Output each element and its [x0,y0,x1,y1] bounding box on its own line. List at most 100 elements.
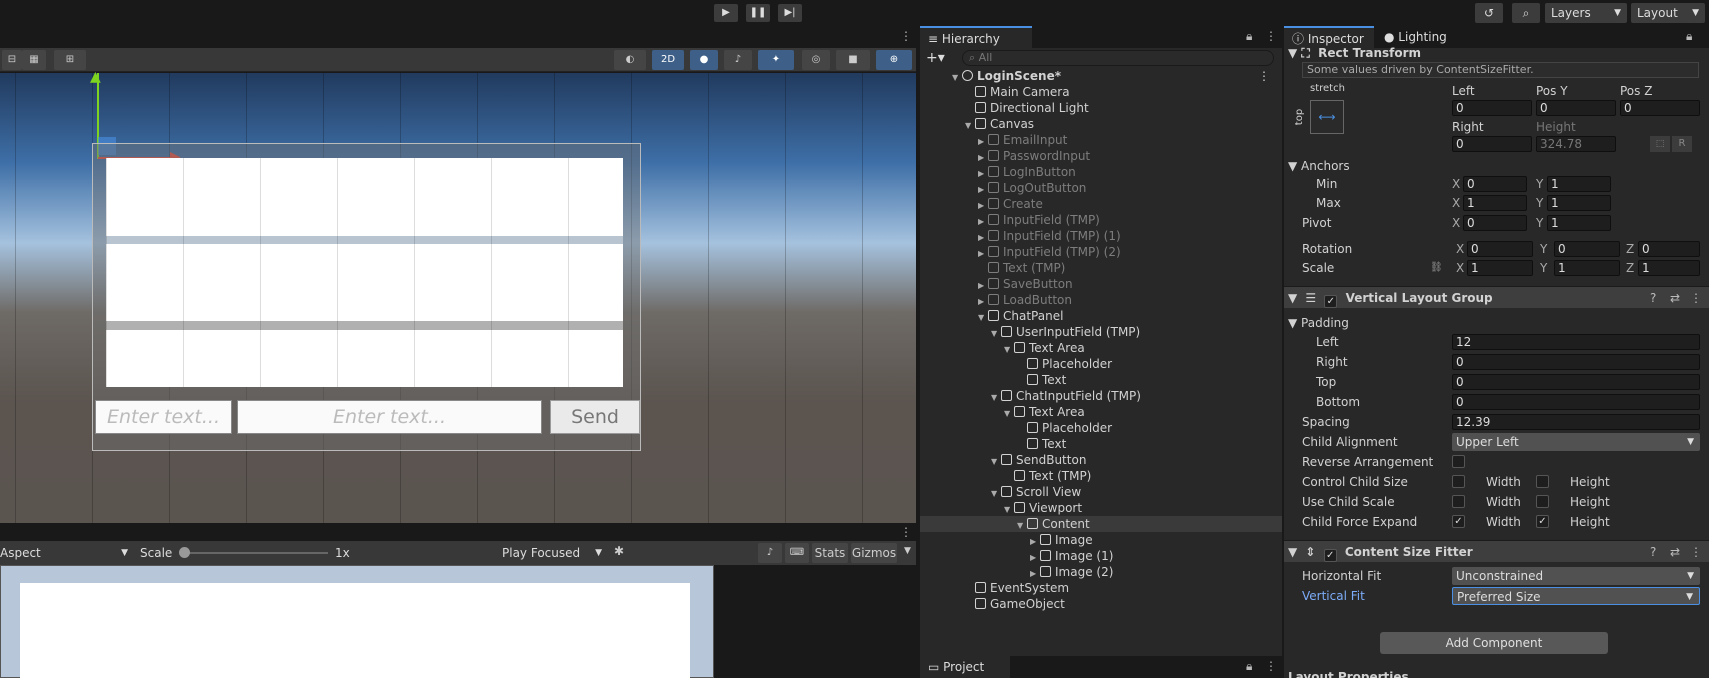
content-size-fitter-header[interactable]: ▼ ⇕ ✓ Content Size Fitter ? ⇄ ⋮ [1284,540,1709,562]
layers-dropdown[interactable]: Layers ▼ [1545,3,1627,23]
hierarchy-item[interactable]: ▶ InputField (TMP) [920,212,1282,228]
rot-x-field[interactable]: 0 [1467,241,1533,257]
vertical-layout-group-header[interactable]: ▼ ☰ ✓ Vertical Layout Group ? ⇄ ⋮ [1284,286,1709,308]
layout-dropdown[interactable]: Layout ▼ [1631,3,1705,23]
hierarchy-item[interactable]: ▶ LogInButton [920,164,1282,180]
more-icon[interactable]: ⋮ [900,525,912,539]
reverse-arrangement-checkbox[interactable] [1452,455,1465,468]
tab-hierarchy[interactable]: ≡ Hierarchy [920,26,1032,48]
horizontal-fit-dropdown[interactable]: Unconstrained ▼ [1452,567,1700,585]
lock-icon[interactable]: 🔒︎ [1686,29,1692,44]
more-icon[interactable]: ⋮ [1265,29,1277,43]
anchor-preset-button[interactable]: ⟷ [1310,100,1344,134]
audio-toggle-icon[interactable]: ♪ [724,50,752,70]
send-button[interactable]: Send [550,400,640,434]
hierarchy-item[interactable]: ▶ SaveButton [920,276,1282,292]
foldout-icon[interactable]: ▼ [1288,545,1297,559]
hierarchy-item[interactable]: GameObject [920,596,1282,612]
padding-right-field[interactable]: 0 [1452,354,1700,370]
padding-foldout[interactable]: ▼ Padding [1288,314,1349,332]
hierarchy-item[interactable]: Text (TMP) [920,260,1282,276]
left-field[interactable]: 0 [1452,100,1532,116]
shading-mode-icon[interactable]: ◐ [614,50,646,70]
search-icon[interactable]: ⌕ [1512,3,1540,23]
rot-y-field[interactable]: 0 [1554,241,1620,257]
control-width-checkbox[interactable] [1452,475,1465,488]
lock-icon[interactable]: 🔒︎ [1246,29,1252,44]
increment-snap-icon[interactable]: ⊞ [54,50,86,70]
lighting-toggle-icon[interactable]: ● [690,50,718,70]
hierarchy-item[interactable]: Placeholder [920,356,1282,372]
max-y-field[interactable]: 1 [1547,195,1611,211]
control-height-checkbox[interactable] [1536,475,1549,488]
presets-icon[interactable]: ⇄ [1670,541,1680,563]
constrain-proportions-icon[interactable]: ⛓ [1430,259,1443,277]
hierarchy-item[interactable]: Text [920,436,1282,452]
hierarchy-item[interactable]: ▼ Text Area [920,340,1282,356]
min-y-field[interactable]: 1 [1547,176,1611,192]
chat-input-field[interactable]: Enter text... [237,400,542,434]
scale-slider[interactable] [180,552,328,554]
hierarchy-item[interactable]: ▶ Create [920,196,1282,212]
hierarchy-item[interactable]: ▼ ChatInputField (TMP) [920,388,1282,404]
user-input-field[interactable]: Enter text... [95,400,232,434]
add-icon[interactable]: +▾ [926,50,945,66]
visibility-toggle-icon[interactable]: ◎ [802,50,830,70]
effects-toggle-icon[interactable]: ✦ [758,50,794,70]
scale-x-field[interactable]: 1 [1467,260,1533,276]
add-component-button[interactable]: Add Component [1380,632,1608,654]
pause-button[interactable]: ❚❚ [746,4,770,22]
hierarchy-item[interactable]: Placeholder [920,420,1282,436]
scale-slider-handle[interactable] [179,547,190,558]
scale-z-field[interactable]: 1 [1638,260,1700,276]
expand-width-checkbox[interactable]: ✓ [1452,515,1465,528]
snap-icon[interactable]: ⊟ [2,50,22,70]
hierarchy-item[interactable]: EventSystem [920,580,1282,596]
gizmos-toggle-icon[interactable]: ⊕ [876,50,912,70]
hierarchy-item[interactable]: Directional Light [920,100,1282,116]
grid-snap-icon[interactable]: ▦ [22,50,46,70]
expand-height-checkbox[interactable]: ✓ [1536,515,1549,528]
blueprint-mode-icon[interactable]: ⬚ [1650,136,1670,152]
hierarchy-item[interactable]: ▶ EmailInput [920,132,1282,148]
search-input[interactable]: ⌕ All [962,50,1274,66]
context-menu-icon[interactable]: ⋮ [1690,287,1702,309]
game-view[interactable] [0,565,916,678]
hierarchy-item[interactable]: ▼ Text Area [920,404,1282,420]
hierarchy-item[interactable]: ▼ ChatPanel [920,308,1282,324]
hierarchy-item[interactable]: ▼ Scroll View [920,484,1282,500]
step-button[interactable]: ▶| [778,4,802,22]
2d-toggle[interactable]: 2D [652,50,684,70]
hierarchy-item[interactable]: ▶ LogOutButton [920,180,1282,196]
hierarchy-item[interactable]: Main Camera [920,84,1282,100]
mute-audio-icon[interactable]: ♪ [758,543,782,563]
min-x-field[interactable]: 0 [1463,176,1527,192]
hierarchy-item[interactable]: Text (TMP) [920,468,1282,484]
help-icon[interactable]: ? [1650,541,1656,563]
posz-field[interactable]: 0 [1620,100,1700,116]
foldout-icon[interactable]: ▼ [1288,291,1297,305]
hierarchy-item-selected[interactable]: ▼ Content [920,516,1282,532]
presets-icon[interactable]: ⇄ [1670,287,1680,309]
aspect-dropdown[interactable]: Aspect ▼ [0,544,132,562]
vertical-fit-dropdown[interactable]: Preferred Size ▼ [1452,587,1700,605]
posy-field[interactable]: 0 [1536,100,1616,116]
max-x-field[interactable]: 1 [1463,195,1527,211]
hierarchy-item[interactable]: ▶ InputField (TMP) (1) [920,228,1282,244]
hierarchy-item[interactable]: ▶ Image (1) [920,548,1282,564]
padding-left-field[interactable]: 12 [1452,334,1700,350]
camera-settings-icon[interactable]: ■ [836,50,870,70]
gizmos-dropdown-icon[interactable]: ▼ [904,546,911,556]
help-icon[interactable]: ? [1650,287,1656,309]
play-focused-dropdown[interactable]: Play Focused ▼ [502,544,606,562]
pivot-y-field[interactable]: 1 [1547,215,1611,231]
hierarchy-item[interactable]: ▶ InputField (TMP) (2) [920,244,1282,260]
more-icon[interactable]: ⋮ [1265,659,1277,673]
pivot-x-field[interactable]: 0 [1463,215,1527,231]
hierarchy-item[interactable]: ▶ Image (2) [920,564,1282,580]
lock-icon[interactable]: 🔒︎ [1246,659,1252,674]
spacing-field[interactable]: 12.39 [1452,414,1700,430]
hierarchy-item[interactable]: ▼ SendButton [920,452,1282,468]
hierarchy-item[interactable]: ▼ Viewport [920,500,1282,516]
hierarchy-item[interactable]: Text [920,372,1282,388]
